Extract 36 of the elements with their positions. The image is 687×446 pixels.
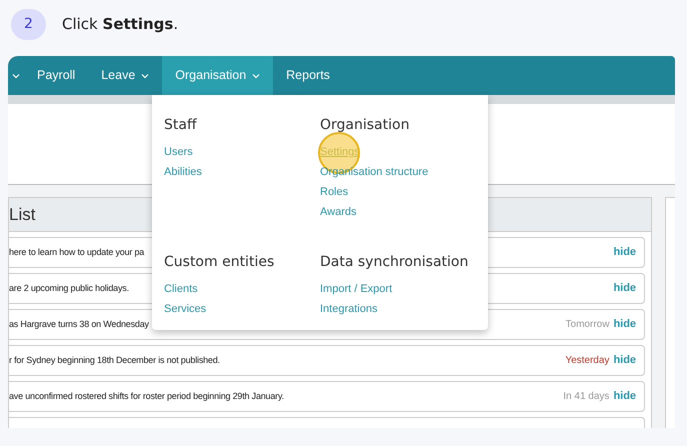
menu-heading: Custom entities [164, 253, 276, 272]
menu-heading: Organisation [320, 116, 410, 135]
step-instruction: Click Settings. [62, 14, 178, 35]
hide-link[interactable]: hide [613, 280, 636, 297]
menu-link[interactable]: Organisation structure [320, 165, 428, 180]
menu-link[interactable]: Awards [320, 205, 356, 220]
hide-link[interactable]: hide [613, 316, 636, 333]
notification-text: r for Sydney beginning 18th December is not published. [9, 354, 220, 367]
notification-text: are 2 upcoming public holidays. [9, 282, 129, 295]
menu-link[interactable]: Clients [164, 282, 198, 297]
notification-text: ave unconfirmed rostered shifts for roster period beginning 29th January. [9, 390, 284, 403]
menu-link[interactable]: Services [164, 302, 206, 317]
nav-tab[interactable]: Payroll [24, 56, 88, 95]
chevron-down-icon [252, 72, 260, 78]
hide-link[interactable]: hide [613, 244, 636, 261]
chevron-down-icon [12, 72, 20, 78]
menu-link[interactable]: Users [164, 145, 193, 160]
menu-heading: Staff [164, 116, 198, 135]
hide-link[interactable]: hide [613, 388, 636, 405]
menu-link[interactable]: Integrations [320, 302, 378, 317]
menu-link[interactable]: Roles [320, 185, 348, 200]
step-badge: 2 [11, 9, 46, 40]
panel-title: List [9, 204, 36, 226]
menu-link[interactable]: Import / Export [320, 282, 392, 297]
notification-text: here to learn how to update your pa [9, 246, 144, 259]
hide-link[interactable]: hide [613, 352, 636, 369]
menu-link[interactable]: Abilities [164, 165, 202, 180]
nav-tab[interactable]: Leave [88, 56, 162, 95]
due-label: In 41 days [563, 390, 610, 404]
chevron-down-icon [141, 72, 150, 78]
nav-tab[interactable]: Organisation [162, 56, 274, 95]
menu-heading: Data synchronisation [320, 253, 470, 272]
due-label: Yesterday [565, 354, 610, 368]
due-label: Tomorrow [566, 318, 610, 332]
notification-text: as Hargrave turns 38 on Wednesday [9, 318, 149, 331]
nav-tab[interactable]: Reports [273, 56, 343, 95]
